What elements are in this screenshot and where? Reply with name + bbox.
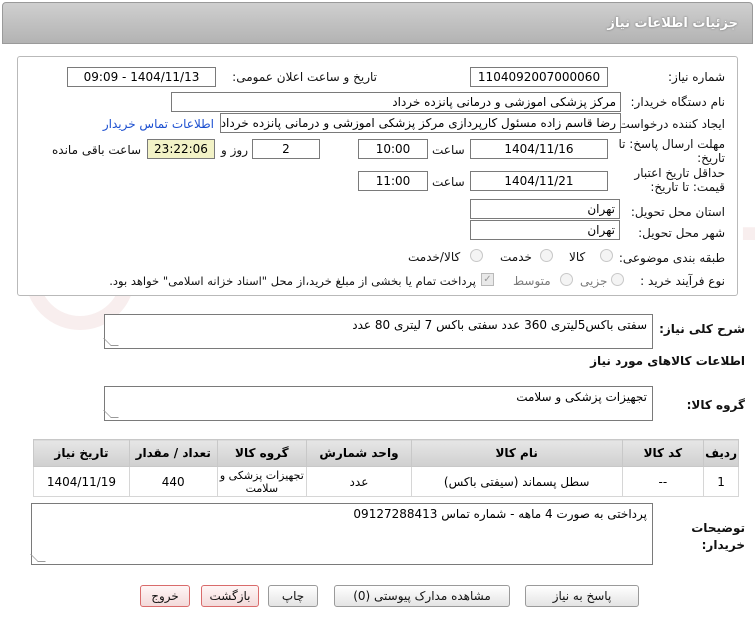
col-header-code: کد کالا: [621, 439, 705, 467]
remaining-label: ساعت باقی مانده: [52, 143, 142, 157]
goods-group-textarea[interactable]: تجهیزات پزشکی و سلامت: [103, 386, 653, 421]
cell-row-number: 1: [703, 466, 739, 497]
buyer-notes-label: توضیحات خریدار:: [691, 521, 745, 552]
deadline-label: مهلت ارسال پاسخ: تا: [618, 137, 725, 151]
resize-handle[interactable]: [30, 554, 46, 562]
buyer-org-label: نام دستگاه خریدار:: [630, 95, 726, 109]
description-text: سفتی باکس5لیتری 360 عدد سفتی باکس 7 لیتر…: [352, 318, 647, 332]
remaining-time-field: 23:22:06: [147, 139, 215, 159]
province-label: استان محل تحویل:: [630, 205, 725, 219]
col-header-name: نام کالا: [410, 439, 623, 467]
validity-time-word: ساعت: [432, 175, 465, 189]
validity-label: حداقل تاریخ اعتبار: [634, 166, 725, 180]
category-option-goods: کالا: [569, 250, 586, 264]
process-option-minor: جزیی: [580, 274, 608, 288]
col-header-group: گروه کالا: [216, 439, 308, 467]
cell-need-date: 1404/11/19: [33, 466, 130, 497]
cell-unit: عدد: [306, 466, 412, 497]
page-header: جزئیات اطلاعات نیاز: [2, 2, 753, 44]
cell-name: سطل پسماند (سیفتی باکس): [410, 466, 623, 497]
cell-group: تجهیزات پزشکی و سلامت: [216, 466, 308, 497]
goods-group-label: گروه کالا:: [686, 398, 745, 412]
deadline-time-word: ساعت: [432, 143, 465, 157]
need-number-field: 1104092007000060: [470, 67, 608, 87]
col-header-row: ردیف: [703, 439, 739, 467]
category-radio-goods-service[interactable]: [470, 249, 483, 262]
deadline-label-date: تاریخ:: [697, 151, 725, 165]
process-radio-minor[interactable]: [611, 273, 624, 286]
goods-group-text: تجهیزات پزشکی و سلامت: [516, 390, 647, 404]
view-attachments-button[interactable]: مشاهده مدارک پیوستی (0): [334, 585, 510, 607]
requester-label: ایجاد کننده درخواست:: [614, 117, 725, 131]
table-row[interactable]: 1 -- سطل پسماند (سیفتی باکس) عدد تجهیزات…: [33, 466, 739, 497]
resize-handle[interactable]: [103, 410, 119, 418]
category-option-service: خدمت: [500, 250, 532, 264]
validity-date-field: 1404/11/21: [470, 171, 608, 191]
deadline-time-field: 10:00: [358, 139, 428, 159]
category-radio-goods[interactable]: [600, 249, 613, 262]
items-table: ردیف کد کالا نام کالا واحد شمارش گروه کا…: [33, 439, 739, 497]
category-radio-service[interactable]: [540, 249, 553, 262]
payment-note: پرداخت تمام یا بخشی از مبلغ خرید،از محل …: [109, 274, 476, 288]
city-field: تهران: [470, 220, 620, 240]
need-number-label: شماره نیاز:: [668, 70, 725, 84]
col-header-need-date: تاریخ نیاز: [33, 439, 130, 467]
deadline-date-field: 1404/11/16: [470, 139, 608, 159]
buyer-org-field: مرکز پزشکی اموزشی و درمانی پانزده خرداد: [171, 92, 621, 112]
validity-time-field: 11:00: [358, 171, 428, 191]
col-header-quantity: تعداد / مقدار: [128, 439, 218, 467]
process-label: نوع فرآیند خرید :: [640, 274, 725, 288]
contact-buyer-link[interactable]: اطلاعات تماس خریدار: [103, 117, 214, 131]
process-radio-medium[interactable]: [560, 273, 573, 286]
cell-quantity: 440: [128, 466, 218, 497]
print-button[interactable]: چاپ: [268, 585, 318, 607]
description-label: شرح کلی نیاز:: [659, 322, 745, 336]
days-word: روز و: [221, 143, 248, 157]
province-field: تهران: [470, 199, 620, 219]
buyer-notes-text: پرداختی به صورت 4 ماهه - شماره تماس 0912…: [353, 507, 647, 521]
announce-field: 1404/11/13 - 09:09: [67, 67, 216, 87]
treasury-checkbox[interactable]: ✓: [481, 273, 494, 286]
category-option-goods-service: کالا/خدمت: [408, 250, 461, 264]
validity-label-date: قیمت: تا تاریخ:: [650, 180, 725, 194]
buyer-notes-textarea[interactable]: پرداختی به صورت 4 ماهه - شماره تماس 0912…: [30, 503, 653, 565]
description-textarea[interactable]: سفتی باکس5لیتری 360 عدد سفتی باکس 7 لیتر…: [103, 314, 653, 349]
reply-button[interactable]: پاسخ به نیاز: [525, 585, 639, 607]
col-header-unit: واحد شمارش: [306, 439, 412, 467]
process-option-medium: متوسط: [513, 274, 551, 288]
days-field: 2: [252, 139, 320, 159]
exit-button[interactable]: خروج: [140, 585, 190, 607]
requester-field: رضا قاسم زاده مسئول کارپردازی مرکز پزشکی…: [220, 113, 621, 133]
city-label: شهر محل تحویل:: [638, 226, 725, 240]
resize-handle[interactable]: [103, 338, 119, 346]
goods-info-title: اطلاعات کالاهای مورد نیاز: [590, 354, 745, 368]
announce-label: تاریخ و ساعت اعلان عمومی:: [232, 70, 377, 84]
page-title: جزئیات اطلاعات نیاز: [607, 16, 738, 31]
category-label: طبقه بندی موضوعی:: [618, 251, 725, 265]
back-button[interactable]: بازگشت: [201, 585, 259, 607]
cell-code: --: [621, 466, 705, 497]
table-header-row: ردیف کد کالا نام کالا واحد شمارش گروه کا…: [33, 439, 739, 467]
